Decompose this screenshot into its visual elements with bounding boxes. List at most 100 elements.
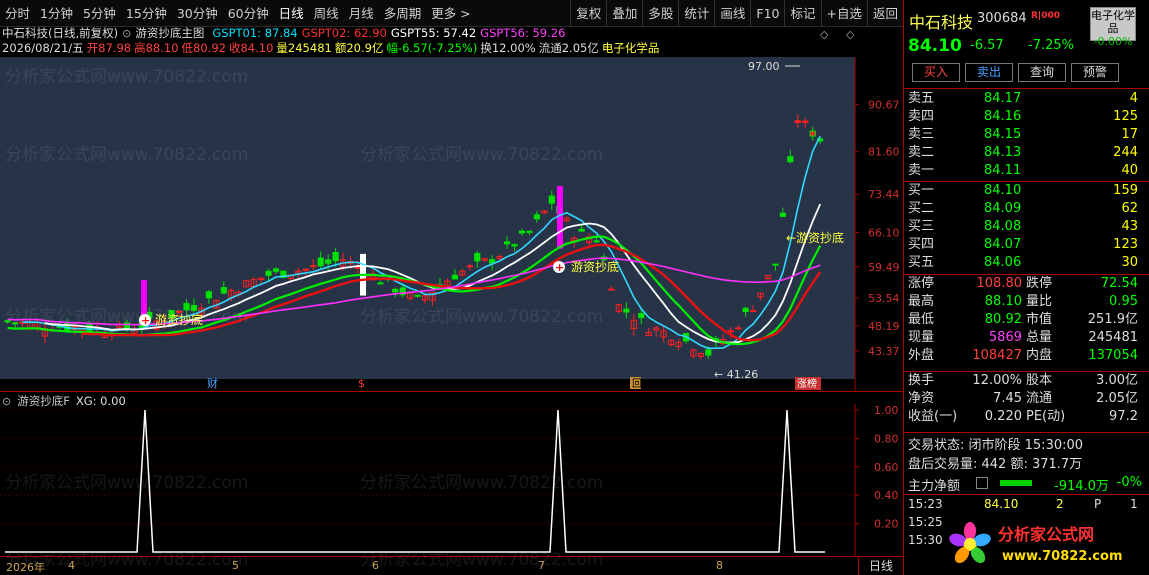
candle-body: [533, 214, 540, 220]
period-tab[interactable]: 60分钟: [223, 0, 274, 27]
stat-zuigao_l: 最高: [908, 294, 935, 309]
book-label: 买三: [908, 219, 935, 234]
candle-body: [779, 212, 786, 217]
candle-body: [638, 312, 645, 319]
toolbar-action-button[interactable]: F10: [750, 0, 784, 27]
toolbar-action-button[interactable]: +自选: [820, 0, 867, 27]
kline-chart[interactable]: 90.67 81.60 73.44 66.10 59.49 53.54 48.19 43.37…: [0, 57, 903, 391]
ask-row[interactable]: 卖三 84.15 17: [904, 126, 1149, 144]
bar-high: 高88.10: [134, 41, 179, 55]
industry-badge[interactable]: 电子化学品 -0.00%: [1090, 7, 1136, 48]
period-tab[interactable]: 多周期: [379, 0, 427, 27]
period-toolbar: 分时 1分钟 5分钟 15分钟 30分钟 60分钟 日线 周线 月线 多周期 更多 > 复权 叠加 多股…: [0, 0, 903, 27]
ask-row[interactable]: 卖一 84.11 40: [904, 162, 1149, 180]
toolbar-action-button[interactable]: 标记: [784, 0, 820, 27]
price-tick-label: 59.49: [868, 261, 900, 274]
list-icon[interactable]: [976, 477, 988, 489]
stat-row: 现量 5869 总量 245481: [904, 329, 1149, 347]
bid-row[interactable]: 买三 84.08 43: [904, 218, 1149, 236]
stat-liutong_l: 流通: [1026, 391, 1053, 406]
candle-body: [749, 310, 757, 313]
bar-range: 幅-6.57(-7.25%): [386, 41, 478, 55]
candle-body: [705, 349, 712, 356]
candle-body: [332, 251, 339, 262]
stat-huanshou_v: 12.00%: [972, 373, 1022, 388]
toolbar-action-button[interactable]: 统计: [678, 0, 714, 27]
period-tab[interactable]: 日线: [274, 0, 309, 27]
stat-row: 涨停 108.80 跌停 72.54: [904, 275, 1149, 293]
period-tabs: 分时 1分钟 5分钟 15分钟 30分钟 60分钟 日线 周线 月线 多周期 更多 >: [0, 0, 476, 27]
ask-book: 卖五 84.17 4 卖四 84.16 125 卖三 84.15 17 卖二 84.13 244 卖一 8…: [904, 90, 1149, 180]
alert-button[interactable]: 预警: [1071, 63, 1119, 82]
sell-button[interactable]: 卖出: [965, 63, 1013, 82]
plus-marker-glyph: +: [141, 314, 150, 327]
book-price: 84.17: [984, 91, 1022, 106]
ask-row[interactable]: 卖五 84.17 4: [904, 90, 1149, 108]
buy-button[interactable]: 买入: [912, 63, 960, 82]
low-price-label: ← 41.26: [714, 368, 758, 381]
quote-stats: 涨停 108.80 跌停 72.54 最高 88.10 量比 0.95 最低 80.92 市值 251…: [904, 275, 1149, 365]
candle-body: [183, 302, 190, 311]
period-tab[interactable]: 周线: [309, 0, 344, 27]
tick-time: 15:30: [908, 533, 943, 547]
candle-body: [466, 265, 473, 268]
stat-zongliang_l: 总量: [1026, 330, 1053, 345]
stat-liangbi_l: 量比: [1026, 294, 1053, 309]
bar-date: 2026/08/21/五: [2, 41, 84, 55]
toolbar-action-button[interactable]: 叠加: [606, 0, 642, 27]
net-flow-value: -914.0万: [1054, 479, 1109, 494]
dividend-marker: $: [358, 377, 365, 390]
toolbar-action-button[interactable]: 返回: [866, 0, 903, 27]
stat-zhangting_l: 涨停: [908, 276, 935, 291]
chevron-circle-icon[interactable]: ⊙: [122, 27, 131, 40]
bid-row[interactable]: 买四 84.07 123: [904, 236, 1149, 254]
period-tab[interactable]: 5分钟: [78, 0, 121, 27]
limit-list-marker: 涨榜: [797, 377, 817, 390]
toolbar-action-button[interactable]: 多股: [642, 0, 678, 27]
candle-body: [205, 291, 212, 299]
book-vol: 4: [1129, 91, 1138, 106]
bar-industry: 电子化学品: [601, 41, 660, 55]
net-flow-row: 主力净额 -914.0万 -0%: [904, 474, 1149, 494]
stat-row: 最高 88.10 量比 0.95: [904, 293, 1149, 311]
time-axis: 2026年 4 5 6 7 8: [0, 556, 903, 575]
stat-xianliang_l: 现量: [908, 330, 935, 345]
formula-name[interactable]: 游资抄底主图: [135, 25, 204, 41]
xaxis-label: 2026年: [6, 561, 45, 574]
bid-row[interactable]: 买二 84.09 62: [904, 200, 1149, 218]
period-switch-button[interactable]: 日线: [858, 557, 903, 575]
price-change: -6.57: [970, 38, 1004, 53]
stat-shizhi_l: 市值: [1026, 312, 1053, 327]
stat-zongliang_v: 245481: [1088, 330, 1138, 345]
price-change-pct: -7.25%: [1028, 38, 1074, 53]
indicator-chart[interactable]: 1.00 0.80 0.60 0.40 0.20: [0, 404, 903, 556]
stock-code: 300684: [977, 11, 1027, 26]
query-button[interactable]: 查询: [1018, 63, 1066, 82]
bid-row[interactable]: 买一 84.10 159: [904, 182, 1149, 200]
book-price: 84.13: [984, 145, 1022, 160]
xaxis-label: 5: [232, 559, 239, 572]
period-tab[interactable]: 月线: [344, 0, 379, 27]
stat-huanshou_l: 换手: [908, 373, 935, 388]
industry-change: -0.00%: [1093, 35, 1133, 48]
ask-row[interactable]: 卖二 84.13 244: [904, 144, 1149, 162]
period-tab[interactable]: 1分钟: [35, 0, 78, 27]
period-tab[interactable]: 15分钟: [121, 0, 172, 27]
toolbar-action-button[interactable]: 复权: [570, 0, 606, 27]
period-tab[interactable]: 30分钟: [172, 0, 223, 27]
book-label: 卖五: [908, 91, 935, 106]
after-hours-volume: 盘后交易量: 442 额: 371.7万: [908, 457, 1083, 472]
bid-row[interactable]: 买五 84.06 30: [904, 254, 1149, 272]
period-tab[interactable]: 分时: [0, 0, 35, 27]
ask-row[interactable]: 卖四 84.16 125: [904, 108, 1149, 126]
period-tab[interactable]: 更多 >: [426, 0, 475, 27]
price-tick-label: 73.44: [868, 188, 900, 201]
stat-neipan_l: 内盘: [1026, 348, 1053, 363]
signal-label: 游资抄底: [571, 259, 619, 274]
book-vol: 30: [1121, 255, 1138, 270]
bar-low: 低80.92: [181, 41, 226, 55]
book-label: 卖一: [908, 163, 935, 178]
signal-candle: [557, 186, 563, 249]
candle-body: [392, 288, 399, 293]
toolbar-action-button[interactable]: 画线: [714, 0, 750, 27]
